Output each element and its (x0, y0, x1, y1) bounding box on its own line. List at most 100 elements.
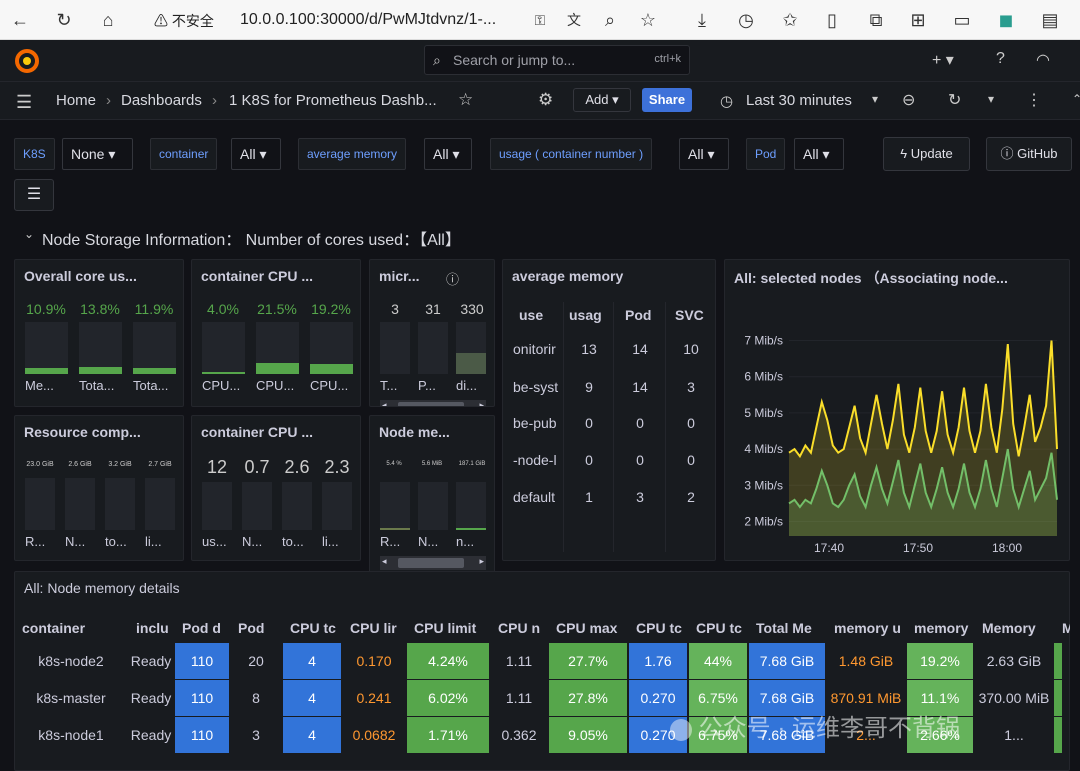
menu-icon[interactable]: ☰ (16, 92, 32, 113)
info-icon[interactable]: ⓘ (446, 269, 459, 288)
gauge-label: P... (418, 378, 436, 393)
variable-select-pod[interactable]: All ▾ (794, 138, 844, 170)
zoom-icon[interactable]: ⌕ (598, 8, 622, 32)
horizontal-scrollbar[interactable]: ◂ ▸ (380, 400, 486, 406)
row-title[interactable]: Node Storage Information： Number of core… (42, 226, 461, 250)
update-label: Update (910, 146, 953, 161)
zoom-out-icon[interactable]: ⊖ (902, 90, 915, 110)
table-header[interactable]: Pod (238, 620, 282, 636)
table-header[interactable]: usag (569, 307, 609, 323)
gauge-value: 31 (425, 301, 441, 317)
translate-icon[interactable]: 文 (562, 8, 586, 32)
share-button[interactable]: Share (642, 88, 692, 112)
variable-select-k8s[interactable]: None ▾ (62, 138, 133, 170)
table-header[interactable]: memory u (834, 620, 906, 636)
add-button[interactable]: Add ▾ (573, 88, 631, 112)
panel-micro[interactable]: micr... ⓘ 3 31 330 T... P... di... ◂ ▸ (369, 259, 495, 407)
panel-average-memory[interactable]: average memory use usag Pod SVC onitorir… (502, 259, 716, 561)
watermark-text: 公众号 · 运维李哥不背锅 (698, 715, 960, 742)
gauge-label: R... (380, 534, 401, 549)
row-collapse-chevron-icon[interactable]: ⌄ (24, 227, 34, 241)
panel-title: Node me... (379, 424, 450, 440)
help-icon[interactable]: ? (996, 50, 1005, 68)
panel-container-cpu-2[interactable]: container CPU ... 12 0.7 2.6 2.3 us... N… (191, 415, 361, 561)
chevron-down-icon[interactable]: ▾ (872, 92, 878, 106)
table-header[interactable]: use (519, 307, 543, 323)
variable-select-average-memory[interactable]: All ▾ (424, 138, 472, 170)
table-header[interactable]: Pod (625, 307, 651, 323)
reading-icon[interactable]: ▯ (820, 8, 844, 32)
gauge-label: Tota... (79, 378, 115, 393)
panel-container-cpu[interactable]: container CPU ... 4.0% 21.5% 19.2% CPU..… (191, 259, 361, 407)
search-box[interactable]: ⌕ Search or jump to... ctrl+k (424, 45, 690, 75)
table-header[interactable]: CPU limit (414, 620, 490, 636)
refresh-interval-chevron-icon[interactable]: ▾ (988, 92, 994, 106)
feedback-icon[interactable]: ▭ (950, 8, 974, 32)
security-warning[interactable]: ⚠ 不安全 (154, 11, 214, 31)
wechat-icon (670, 718, 692, 741)
bar-gauge (79, 322, 122, 374)
more-icon[interactable]: ⋮ (1026, 90, 1042, 110)
table-header[interactable]: Memory (982, 620, 1054, 636)
panel-selected-nodes-chart[interactable]: All: selected nodes （Associating node...… (724, 259, 1070, 561)
copilot-icon[interactable]: ◼ (994, 8, 1018, 32)
table-header[interactable]: Total Me (756, 620, 826, 636)
news-rss-icon[interactable]: ◠ (1036, 50, 1050, 70)
list-menu-icon[interactable]: ☰ (14, 179, 54, 211)
scroll-left-icon[interactable]: ◂ (382, 400, 387, 406)
favorite-star-icon[interactable]: ☆ (636, 8, 660, 32)
table-header[interactable]: memory (914, 620, 974, 636)
table-cell: 19.2% (907, 643, 973, 679)
gauge-value: 5.6 MiB (421, 461, 443, 467)
table-header[interactable]: CPU tc (636, 620, 688, 636)
time-range-picker[interactable]: Last 30 minutes (746, 92, 852, 109)
new-plus-icon[interactable]: + ▾ (932, 50, 954, 70)
table-header[interactable]: container (22, 620, 128, 636)
variable-select-container[interactable]: All ▾ (231, 138, 281, 170)
breadcrumb-dashboards[interactable]: Dashboards (121, 92, 202, 109)
table-header[interactable]: CPU max (556, 620, 628, 636)
table-cell: k8s-node1 (38, 727, 104, 743)
panel-node-memory[interactable]: Node me... 5.4 % 5.6 MiB 187.1 GiB R... … (369, 415, 495, 577)
table-header[interactable]: M (1062, 620, 1070, 636)
github-button[interactable]: ⓘ GitHub (986, 137, 1072, 171)
scroll-left-icon[interactable]: ◂ (382, 556, 387, 567)
download-icon[interactable]: ⤓ (690, 8, 714, 32)
table-cell: 0 (636, 415, 644, 431)
table-header[interactable]: Pod d (182, 620, 230, 636)
panel-overall-core-usage[interactable]: Overall core us... 10.9% 13.8% 11.9% Me.… (14, 259, 184, 407)
clock-icon: ◷ (720, 93, 734, 110)
back-icon[interactable]: ← (8, 8, 32, 32)
table-header[interactable]: CPU tc (290, 620, 342, 636)
home-icon[interactable]: ⌂ (96, 8, 120, 32)
refresh-icon[interactable]: ↻ (948, 90, 961, 110)
table-cell: 1.71% (407, 717, 489, 753)
star-icon[interactable]: ☆ (458, 90, 473, 110)
table-header[interactable]: CPU lir (350, 620, 406, 636)
table-cell: default (513, 489, 556, 505)
key-icon[interactable]: ⚿ (528, 8, 552, 32)
scroll-right-icon[interactable]: ▸ (479, 556, 484, 567)
settings-gear-icon[interactable]: ⚙ (538, 90, 553, 110)
table-header[interactable]: CPU n (498, 620, 548, 636)
url-text[interactable]: 10.0.0.100:30000/d/PwMJtdvnz/1-... (240, 11, 496, 29)
table-header[interactable]: CPU tc (696, 620, 748, 636)
wallet-icon[interactable]: ▤ (1038, 8, 1062, 32)
breadcrumb-home[interactable]: Home (56, 92, 96, 109)
grafana-logo-icon[interactable] (14, 48, 40, 74)
panel-resource-comp[interactable]: Resource comp... 23.0 GiB 2.6 GiB 3.2 Gi… (14, 415, 184, 561)
reload-icon[interactable]: ↻ (52, 8, 76, 32)
history-icon[interactable]: ◷ (734, 8, 758, 32)
table-header[interactable]: SVC (675, 307, 704, 323)
horizontal-scrollbar[interactable]: ◂ ▸ (380, 556, 486, 570)
variable-select-usage[interactable]: All ▾ (679, 138, 729, 170)
collapse-icon[interactable]: ⌃ (1072, 92, 1080, 106)
favorites-icon[interactable]: ✩ (778, 8, 802, 32)
scroll-right-icon[interactable]: ▸ (479, 400, 484, 406)
table-cell: 0.170 (356, 653, 392, 669)
extensions-icon[interactable]: ⊞ (906, 8, 930, 32)
update-button[interactable]: ϟ Update (883, 137, 970, 171)
table-header[interactable]: inclu (136, 620, 174, 636)
gauge-value: 23.0 GiB (26, 461, 54, 468)
collections-icon[interactable]: ⧉ (864, 8, 888, 32)
